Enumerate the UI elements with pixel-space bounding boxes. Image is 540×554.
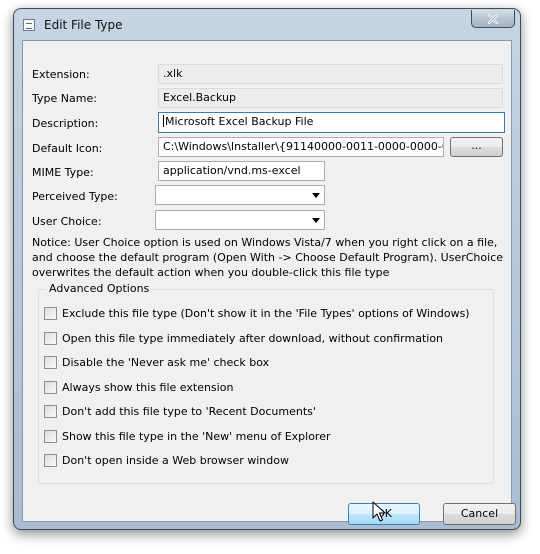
disable-never-ask-checkbox[interactable]: Disable the 'Never ask me' check box [44,355,269,369]
no-browser-open-checkbox[interactable]: Don't open inside a Web browser window [44,453,289,467]
checkbox-label: Exclude this file type (Don't show it in… [62,306,470,320]
extension-field: .xlk [158,64,503,84]
checkbox-box[interactable] [44,331,57,345]
mime-type-input[interactable]: application/vnd.ms-excel [158,161,325,181]
title-bar[interactable]: Edit File Type [14,9,520,39]
text-caret [163,115,164,127]
user-choice-select[interactable] [155,210,325,230]
cancel-button[interactable]: Cancel [443,503,516,525]
extension-label: Extension: [32,68,90,81]
checkbox-box[interactable] [44,380,57,394]
dialog-body: Extension: .xlk Type Name: Excel.Backup … [22,40,516,525]
advanced-options-title: Advanced Options [46,282,153,295]
open-after-download-checkbox[interactable]: Open this file type immediately after do… [44,331,443,345]
checkbox-label: Disable the 'Never ask me' check box [62,355,270,369]
description-value: Microsoft Excel Backup File [165,115,314,128]
dropdown-arrow-icon [312,218,320,223]
close-button[interactable] [471,10,515,28]
checkbox-label: Don't open inside a Web browser window [62,453,289,467]
user-choice-notice: Notice: User Choice option is used on Wi… [32,236,504,279]
checkbox-box[interactable] [44,453,57,467]
checkbox-box[interactable] [44,404,57,418]
user-choice-label: User Choice: [32,215,102,228]
type-name-label: Type Name: [32,92,97,105]
window-title: Edit File Type [44,18,123,32]
checkbox-label: Open this file type immediately after do… [62,331,444,345]
description-input[interactable]: Microsoft Excel Backup File [158,112,505,133]
default-icon-label: Default Icon: [32,142,103,155]
perceived-type-label: Perceived Type: [32,190,118,203]
dropdown-arrow-icon [312,193,320,198]
mouse-pointer-icon [372,501,386,522]
no-recent-documents-checkbox[interactable]: Don't add this file type to 'Recent Docu… [44,404,316,418]
checkbox-box[interactable] [44,429,57,443]
checkbox-label: Show this file type in the 'New' menu of… [62,429,331,443]
browse-icon-button[interactable]: ... [450,137,503,157]
perceived-type-select[interactable] [155,185,325,205]
close-icon [487,13,499,24]
exclude-file-type-checkbox[interactable]: Exclude this file type (Don't show it in… [44,306,470,320]
checkbox-label: Always show this file extension [62,380,234,394]
default-icon-input[interactable]: C:\Windows\Installer\{91140000-0011-0000… [158,137,444,157]
always-show-extension-checkbox[interactable]: Always show this file extension [44,380,233,394]
checkbox-box[interactable] [44,355,57,369]
checkbox-box[interactable] [44,306,57,320]
edit-file-type-dialog: Edit File Type Extension: .xlk Type Name… [13,8,521,530]
mime-type-label: MIME Type: [32,166,94,179]
show-in-new-menu-checkbox[interactable]: Show this file type in the 'New' menu of… [44,429,331,443]
description-label: Description: [32,117,99,130]
window-icon [23,19,35,31]
checkbox-label: Don't add this file type to 'Recent Docu… [62,404,316,418]
type-name-field: Excel.Backup [158,88,503,108]
